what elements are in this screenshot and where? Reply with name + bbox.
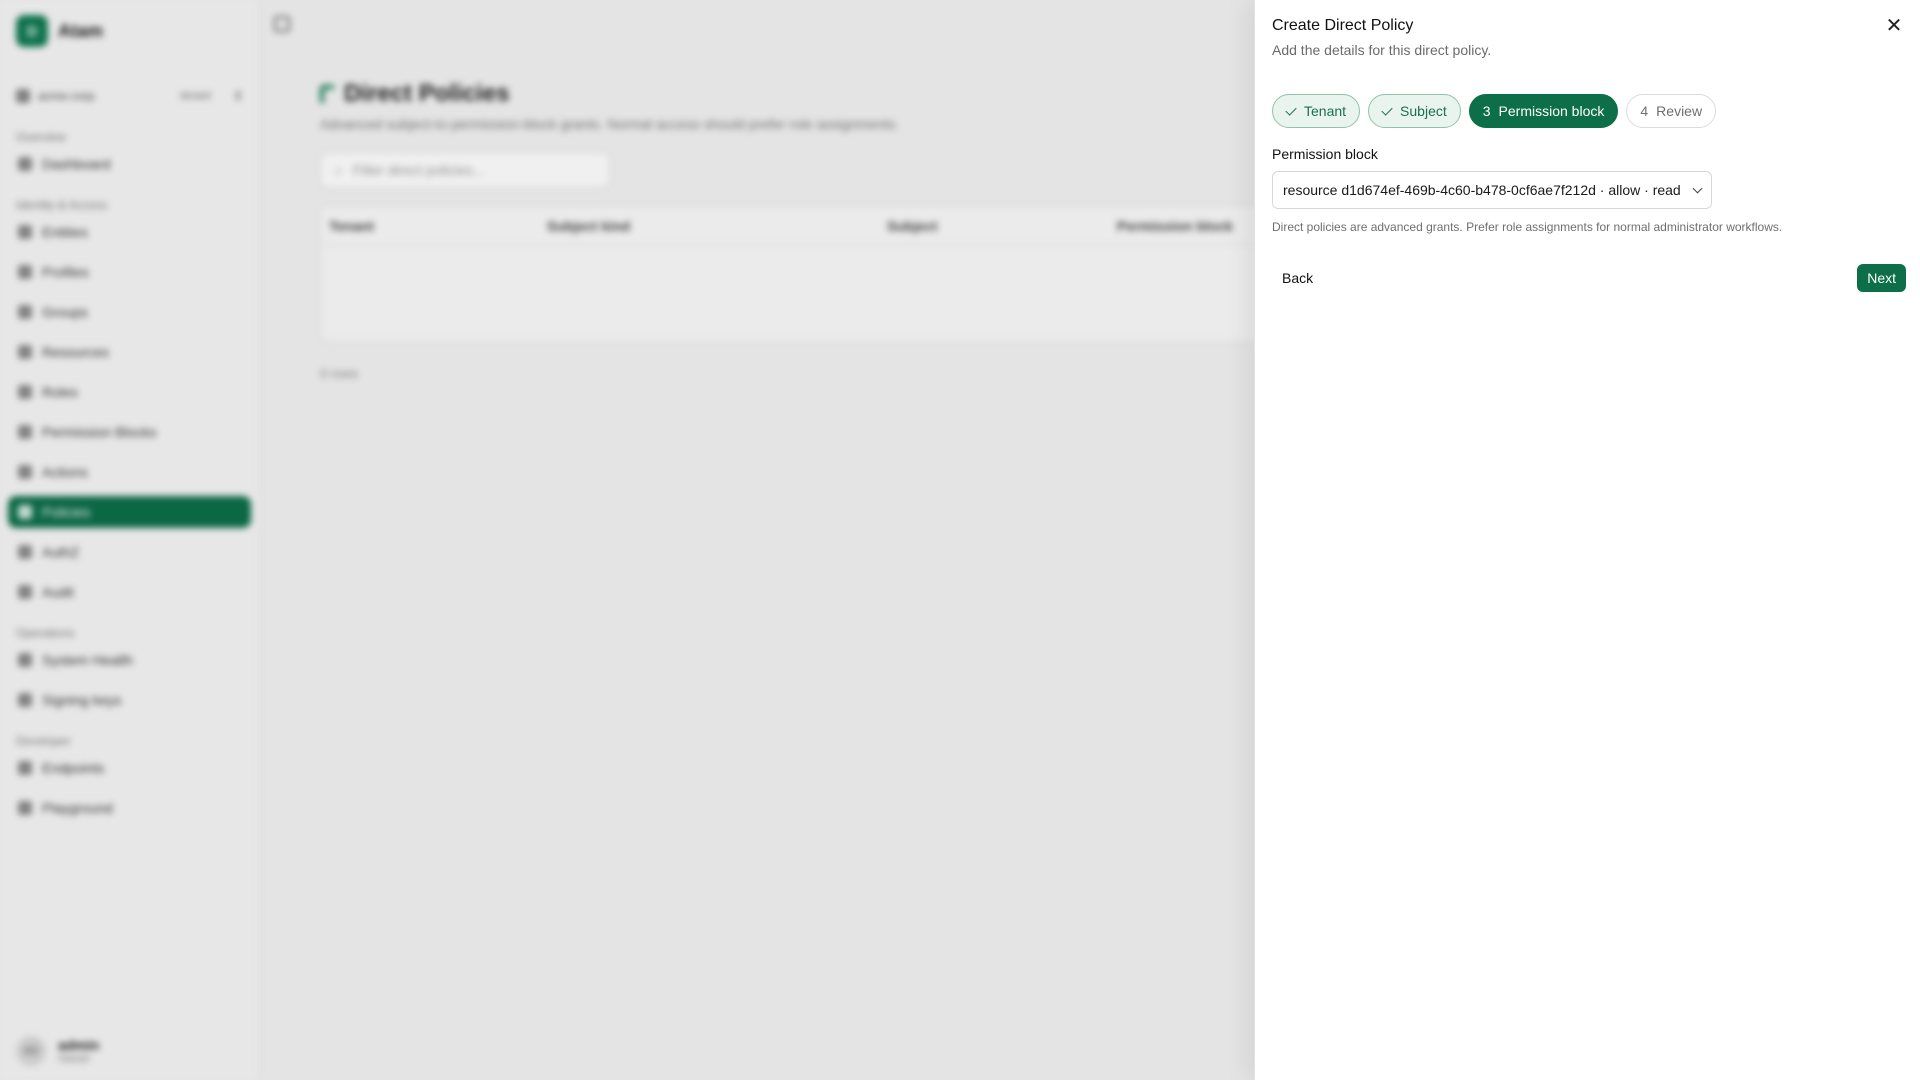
drawer-subtitle: Add the details for this direct policy. (1272, 42, 1492, 58)
stepper: Tenant Subject 3 Permission block 4 Revi… (1272, 94, 1717, 128)
check-icon (1285, 103, 1297, 116)
modal-overlay[interactable] (0, 0, 1254, 1080)
step-tenant[interactable]: Tenant (1272, 94, 1361, 128)
drawer-title: Create Direct Policy (1272, 17, 1414, 34)
close-icon[interactable]: ✕ (1882, 14, 1906, 38)
step-subject[interactable]: Subject (1368, 94, 1461, 128)
step-label: Permission block (1498, 103, 1605, 119)
step-label: Subject (1400, 103, 1447, 119)
step-number: 3 (1482, 103, 1491, 119)
create-direct-policy-drawer: ✕ Create Direct Policy Add the details f… (1254, 0, 1920, 1080)
step-review[interactable]: 4 Review (1626, 94, 1717, 128)
permission-block-select[interactable]: resource d1d674ef-469b-4c60-b478-0cf6ae7… (1272, 171, 1712, 209)
step-permission-block[interactable]: 3 Permission block (1468, 94, 1619, 128)
permission-block-select-value: resource d1d674ef-469b-4c60-b478-0cf6ae7… (1283, 182, 1681, 198)
step-number: 4 (1640, 103, 1649, 119)
next-button[interactable]: Next (1857, 264, 1906, 292)
step-label: Tenant (1304, 103, 1347, 119)
check-icon (1381, 103, 1393, 116)
step-label: Review (1656, 103, 1703, 119)
back-button[interactable]: Back (1272, 264, 1323, 292)
permission-block-label: Permission block (1272, 146, 1378, 162)
field-hint: Direct policies are advanced grants. Pre… (1272, 220, 1783, 234)
chevron-down-icon (1692, 183, 1703, 193)
